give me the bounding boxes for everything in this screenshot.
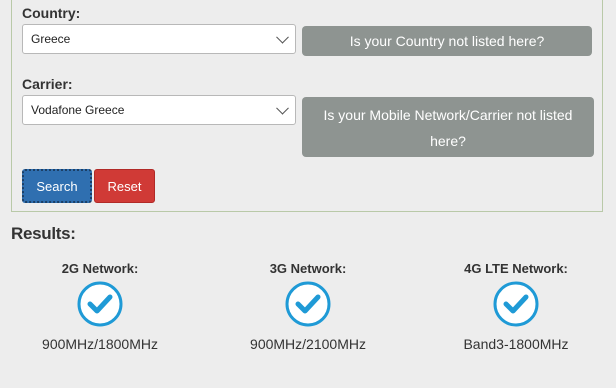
- network-frequency: 900MHz/1800MHz: [42, 336, 158, 352]
- chevron-down-icon: [276, 30, 289, 44]
- checkmark-circle-icon: [285, 281, 331, 327]
- country-select-value: Greece: [31, 32, 71, 46]
- country-label: Country:: [22, 5, 81, 21]
- country-select[interactable]: Greece: [22, 24, 296, 54]
- carrier-select[interactable]: Vodafone Greece: [22, 95, 296, 125]
- carrier-select-value: Vodafone Greece: [31, 103, 125, 117]
- carrier-label: Carrier:: [22, 76, 73, 92]
- carrier-not-listed-line1: Is your Mobile Network/Carrier not liste…: [323, 107, 573, 123]
- network-4g-lte: 4G LTE Network: Band3-1800MHz: [426, 260, 606, 352]
- chevron-down-icon: [276, 101, 289, 115]
- network-frequency: Band3-1800MHz: [463, 336, 569, 352]
- checkmark-circle-icon: [493, 281, 539, 327]
- network-2g: 2G Network: 900MHz/1800MHz: [10, 260, 190, 352]
- carrier-not-listed-line2: here?: [430, 133, 466, 149]
- country-not-listed-button[interactable]: Is your Country not listed here?: [302, 26, 592, 56]
- carrier-not-listed-button[interactable]: Is your Mobile Network/Carrier not liste…: [302, 97, 594, 157]
- network-3g: 3G Network: 900MHz/2100MHz: [218, 260, 398, 352]
- network-label: 4G LTE Network:: [464, 261, 568, 276]
- network-label: 2G Network:: [61, 261, 139, 276]
- checkmark-circle-icon: [77, 281, 123, 327]
- reset-button[interactable]: Reset: [94, 169, 155, 203]
- results-title: Results:: [11, 224, 76, 243]
- network-label: 3G Network:: [269, 261, 347, 276]
- search-button[interactable]: Search: [22, 169, 92, 203]
- network-frequency: 900MHz/2100MHz: [250, 336, 366, 352]
